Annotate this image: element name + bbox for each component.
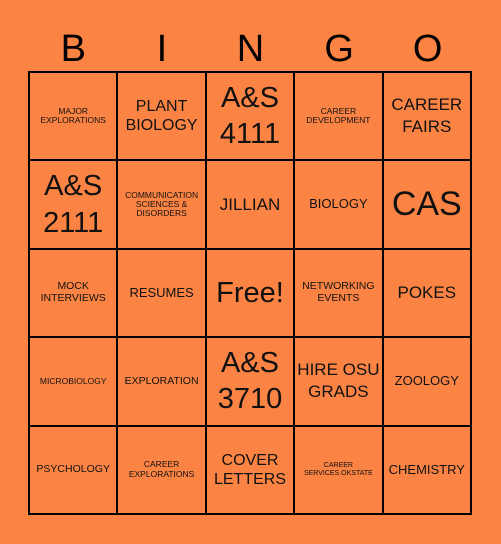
free-space-cell[interactable]: Free! [205,248,295,338]
bingo-cell[interactable]: CHEMISTRY [382,425,471,514]
bingo-cell[interactable]: MAJOR EXPLORATIONS [29,72,118,161]
header-letter-b: B [60,28,86,70]
bingo-cell[interactable]: HIRE OSU GRADS [294,337,383,426]
bingo-cell[interactable]: CAS [382,160,471,249]
bingo-cell[interactable]: ZOOLOGY [382,337,471,426]
bingo-cell[interactable]: COMMUNICATION SCIENCES & DISORDERS [117,160,206,249]
bingo-cell[interactable]: MICROBIOLOGY [29,337,118,426]
bingo-cell[interactable]: PLANT BIOLOGY [117,72,206,161]
bingo-cell[interactable]: A&S 4111 [205,72,295,161]
bingo-grid: MAJOR EXPLORATIONS PLANT BIOLOGY A&S 411… [28,71,472,515]
bingo-cell[interactable]: BIOLOGY [294,160,383,249]
bingo-cell[interactable]: RESUMES [117,248,206,338]
bingo-cell[interactable]: CAREER SERVICES.OKSTATE [294,425,383,514]
header-letter-i: I [156,28,168,70]
bingo-cell[interactable]: EXPLORATION [117,337,206,426]
header-letter-o: O [412,28,443,70]
bingo-cell[interactable]: CAREER DEVELOPMENT [294,72,383,161]
bingo-cell[interactable]: CAREER FAIRS [382,72,471,161]
bingo-cell[interactable]: JILLIAN [205,160,295,249]
bingo-cell[interactable]: NETWORKING EVENTS [294,248,383,338]
bingo-cell[interactable]: CAREER EXPLORATIONS [117,425,206,514]
bingo-cell[interactable]: MOCK INTERVIEWS [29,248,118,338]
bingo-cell[interactable]: A&S 2111 [29,160,118,249]
bingo-cell[interactable]: COVER LETTERS [205,425,295,514]
bingo-header: B I N G O [29,28,472,70]
bingo-cell[interactable]: A&S 3710 [205,337,295,426]
header-letter-g: G [324,28,354,70]
bingo-cell[interactable]: PSYCHOLOGY [29,425,118,514]
bingo-cell[interactable]: POKES [382,248,471,338]
header-letter-n: N [236,28,265,70]
